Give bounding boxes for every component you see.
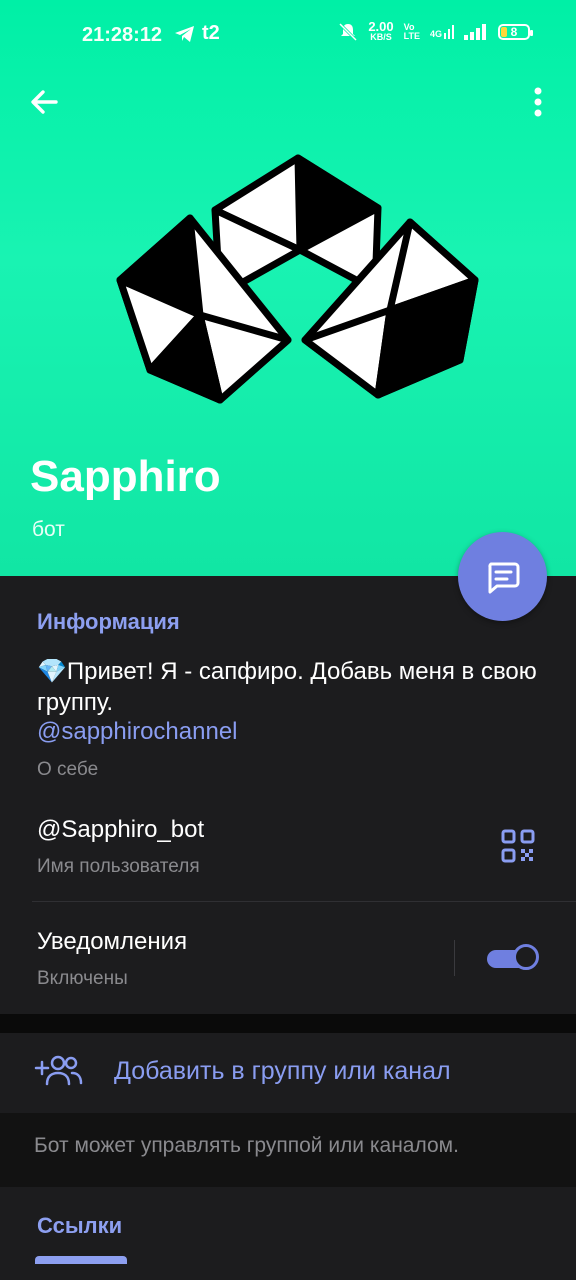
divider	[454, 940, 455, 976]
section-gap	[0, 1014, 576, 1033]
signal-icon	[464, 24, 486, 40]
divider	[32, 901, 576, 902]
mute-icon	[339, 22, 358, 42]
net-speed: 2.00 KB/S	[368, 19, 394, 42]
telegram-icon	[175, 25, 194, 42]
more-vertical-icon	[534, 87, 542, 117]
qr-code-icon	[501, 829, 535, 863]
bot-avatar-logo	[116, 154, 479, 404]
carrier-badge: t2	[202, 22, 220, 44]
back-button[interactable]	[26, 84, 62, 120]
notifications-toggle[interactable]	[487, 943, 543, 975]
notifications-status: Включены	[37, 968, 128, 989]
qr-code-button[interactable]	[500, 828, 536, 864]
profile-type: бот	[32, 518, 65, 541]
add-to-group-label: Добавить в группу или канал	[114, 1057, 451, 1085]
message-icon	[487, 562, 519, 593]
status-bar: 21:28:12 t2 2.00 KB/S Vo LTE 4G 8	[0, 0, 576, 72]
add-note-text: Бот может управлять группой или каналом.	[34, 1134, 459, 1157]
bio-text: 💎Привет! Я - сапфиро. Добавь меня в свою…	[37, 658, 537, 716]
arrow-left-icon	[31, 90, 58, 114]
links-tab[interactable]: Ссылки	[37, 1213, 122, 1239]
info-section-title: Информация	[37, 609, 180, 634]
message-button[interactable]	[458, 532, 547, 621]
bio-channel-link[interactable]: @sapphirochannel	[37, 718, 238, 746]
username-value[interactable]: @Sapphiro_bot	[37, 816, 204, 844]
bio-label: О себе	[37, 759, 99, 780]
tab-indicator	[35, 1256, 127, 1264]
username-label: Имя пользователя	[37, 856, 200, 877]
status-time: 21:28:12	[82, 24, 163, 46]
notifications-title: Уведомления	[37, 928, 188, 955]
add-user-icon	[34, 1052, 84, 1092]
battery-icon: 8	[498, 24, 533, 40]
profile-name: Sapphiro	[30, 452, 221, 501]
network-4g-icon: 4G	[430, 25, 454, 39]
volte-icon: Vo LTE	[403, 22, 420, 41]
more-menu-button[interactable]	[522, 84, 554, 120]
